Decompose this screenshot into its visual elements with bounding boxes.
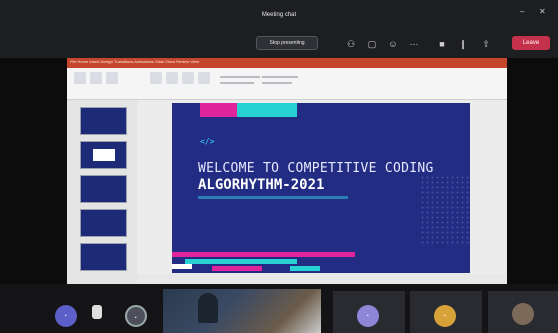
slide-thumbnail[interactable]: [80, 141, 127, 169]
new-slide-icon: [90, 72, 102, 84]
slide-subtitle: ALGORHYTHM-2021: [198, 177, 325, 193]
reactions-icon[interactable]: ☺: [387, 38, 399, 50]
layout-icon: [106, 72, 118, 84]
powerpoint-ribbon-tabs: File Home Insert Design Transitions Anim…: [70, 59, 200, 64]
ribbon-group: [220, 82, 254, 84]
slide-stripe: [185, 259, 297, 264]
ribbon-group: [220, 76, 260, 78]
slide-thumbnail[interactable]: [80, 243, 127, 271]
slide-decoration: [200, 103, 237, 117]
powerpoint-status-bar: [137, 274, 507, 284]
ribbon-group: [262, 82, 292, 84]
slide-stripe: [212, 266, 262, 271]
minimize-button[interactable]: –: [520, 8, 530, 16]
slide-thumbnail[interactable]: [80, 175, 127, 203]
profile-photo: [512, 303, 534, 325]
slide-thumbnail[interactable]: [80, 107, 127, 135]
avatar: ·: [357, 305, 379, 327]
shapes-icon: [198, 72, 210, 84]
participant-video[interactable]: [163, 289, 321, 333]
leave-button[interactable]: Leave: [512, 36, 550, 50]
stop-presenting-button[interactable]: Stop presenting: [256, 36, 318, 50]
ribbon-group: [262, 76, 298, 78]
bold-icon: [166, 72, 178, 84]
slide-stripe: [172, 264, 192, 269]
font-icon: [150, 72, 162, 84]
thumbnail-image: [93, 149, 115, 161]
paste-icon: [74, 72, 86, 84]
avatar: ·: [434, 305, 456, 327]
slide-decoration: [237, 103, 297, 117]
more-icon[interactable]: ⋯: [408, 38, 420, 50]
slide-stripe: [290, 266, 320, 271]
close-window-button[interactable]: ✕: [539, 8, 549, 16]
code-icon: </>: [200, 137, 215, 146]
participant-thumbnail[interactable]: [92, 305, 102, 319]
chat-icon[interactable]: ▢: [366, 38, 378, 50]
avatar[interactable]: ·: [125, 305, 147, 327]
slide-stripe: [172, 252, 355, 257]
meeting-title: Meeting chat: [261, 12, 297, 18]
person-video-feed: [198, 293, 218, 323]
slide-title: WELCOME TO COMPETITIVE CODING: [198, 161, 434, 176]
camera-icon[interactable]: ■: [436, 38, 448, 50]
powerpoint-ribbon: [67, 68, 507, 100]
avatar[interactable]: ·: [55, 305, 77, 327]
people-icon[interactable]: ⚇: [345, 38, 357, 50]
share-icon[interactable]: ⇧: [480, 38, 492, 50]
paragraph-icon: [182, 72, 194, 84]
mic-icon[interactable]: ❙: [457, 38, 469, 50]
dot-grid-decoration: [420, 175, 470, 245]
slide-thumbnail[interactable]: [80, 209, 127, 237]
